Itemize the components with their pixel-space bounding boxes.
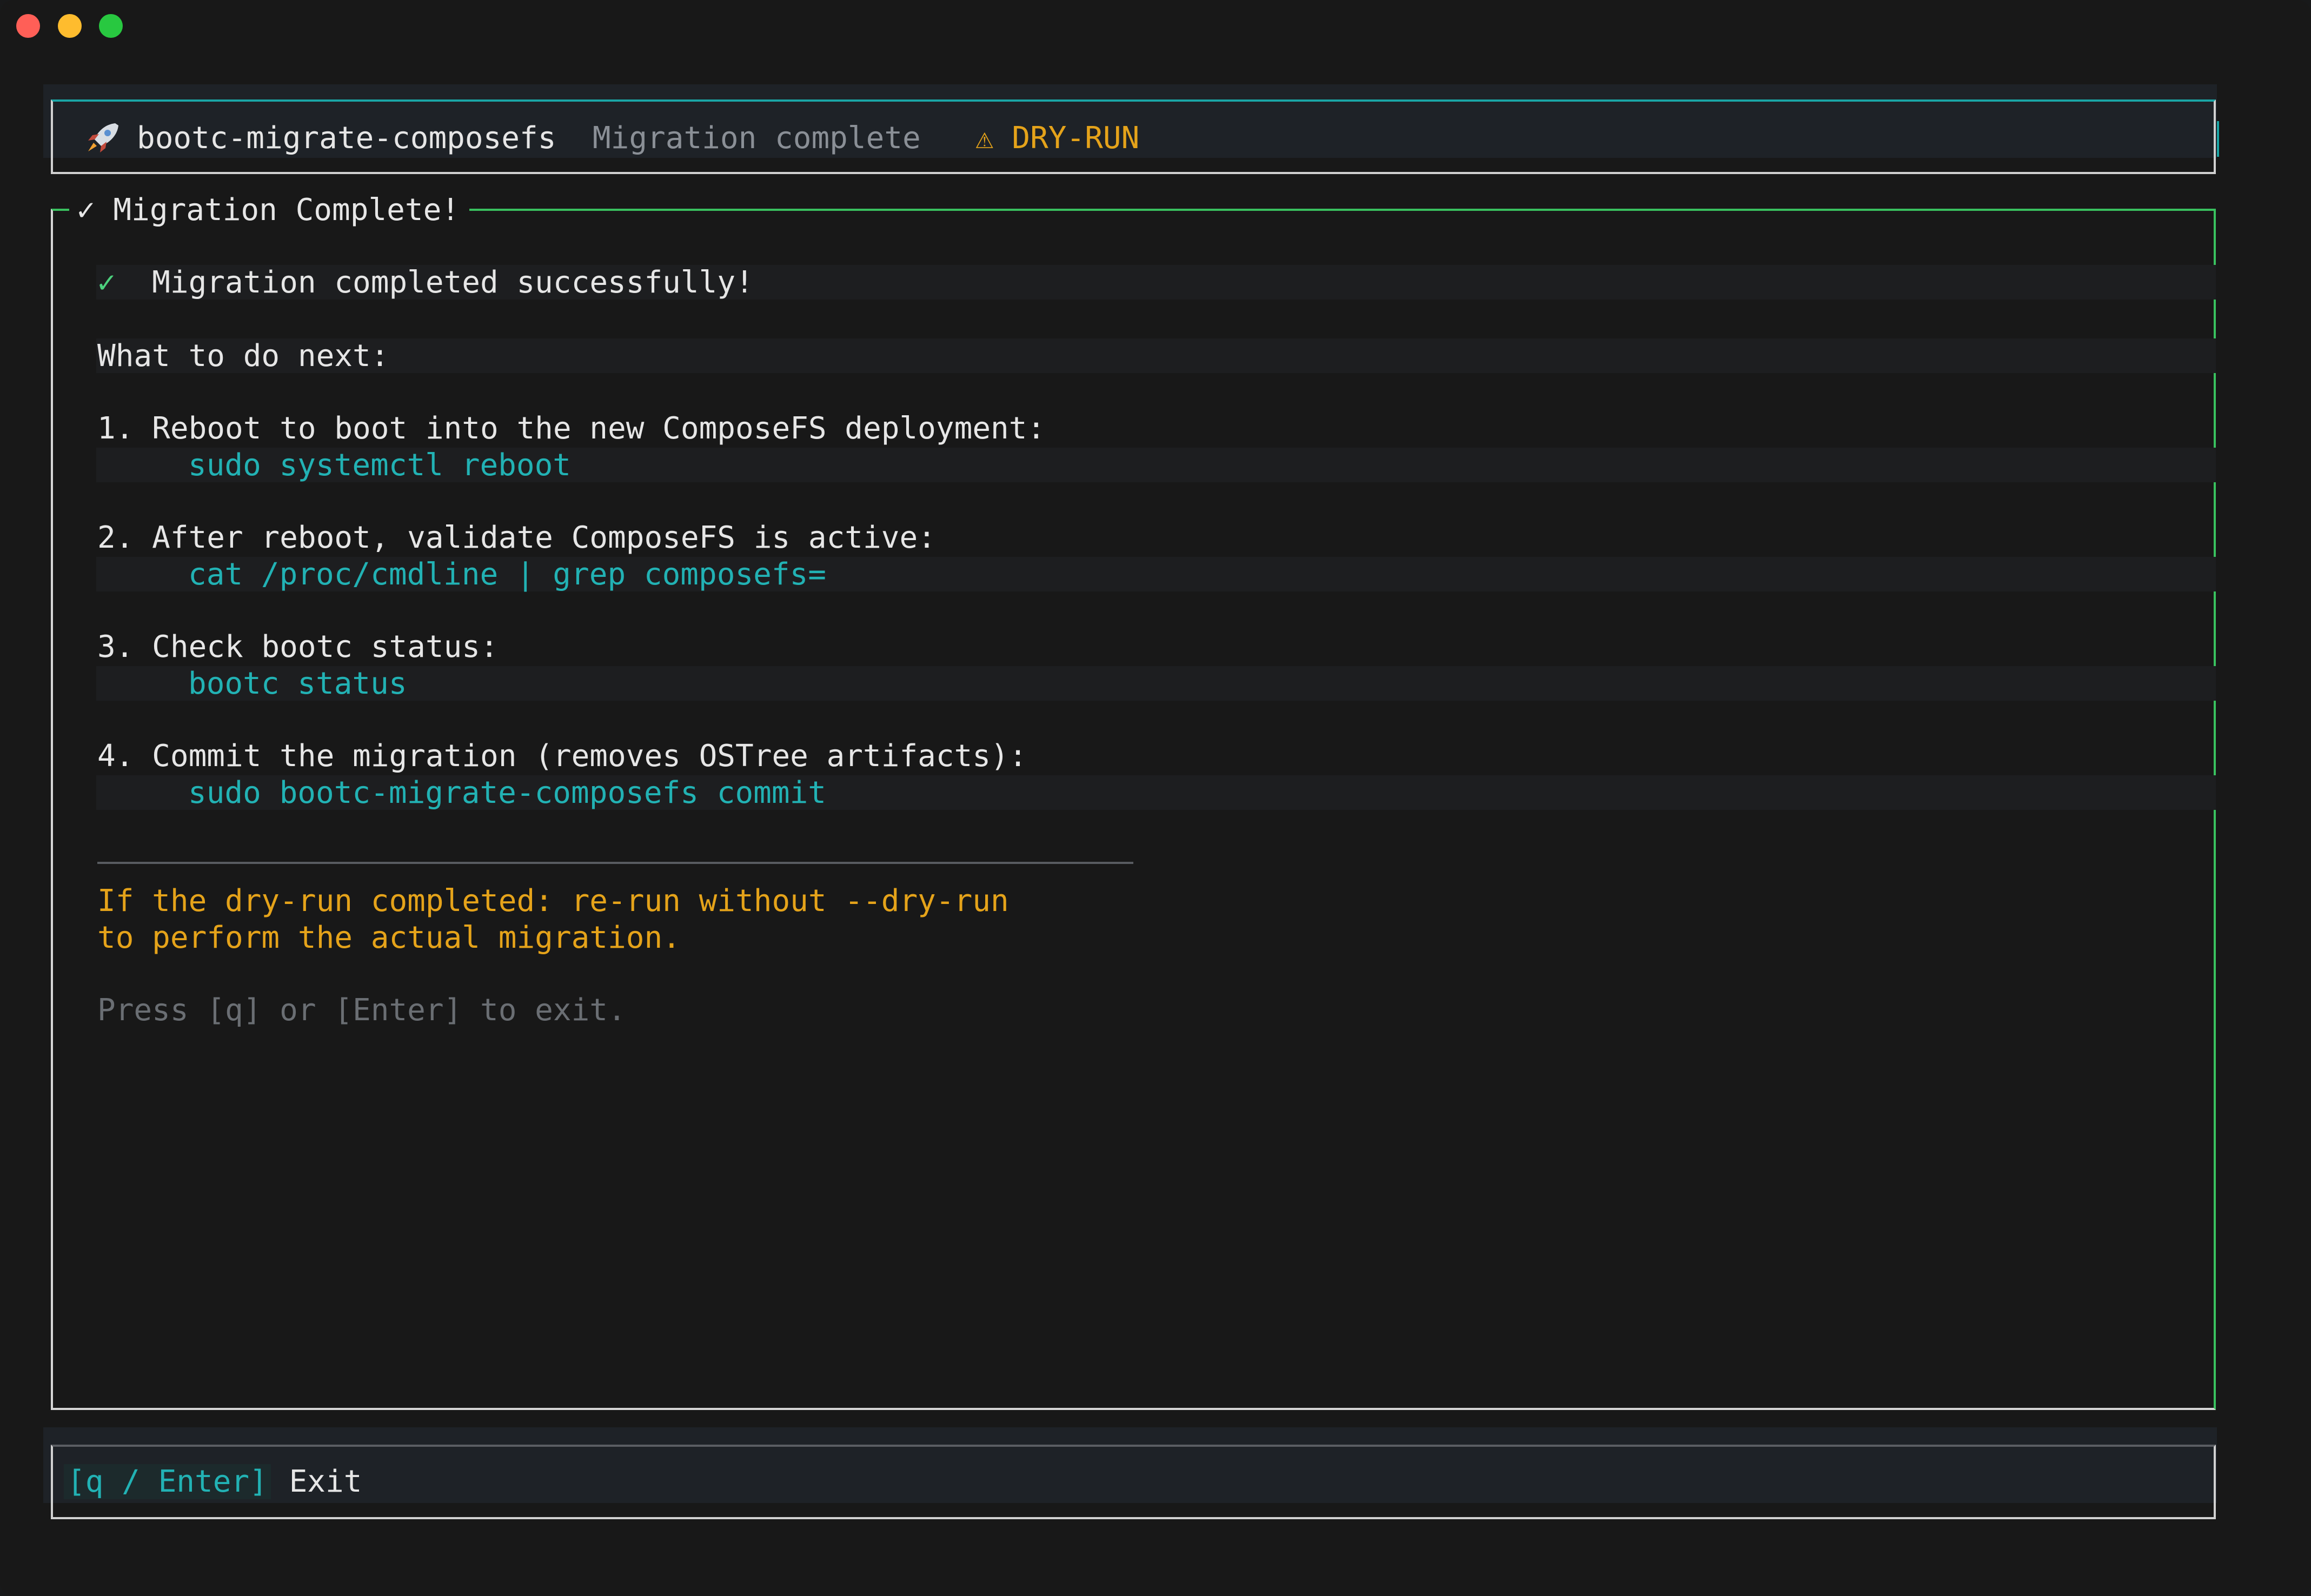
step-2-text: 2. After reboot, validate ComposeFS is a…	[97, 520, 936, 555]
header-accent-tick	[2217, 121, 2219, 157]
step-2-command[interactable]: cat /proc/cmdline | grep composefs=	[188, 557, 826, 593]
header-status: Migration complete	[592, 120, 921, 156]
step-1-text: 1. Reboot to boot into the new ComposeFS…	[97, 411, 1046, 446]
row-stripe	[96, 338, 2216, 373]
footer-keybindings: [q / Enter] Exit	[64, 1464, 362, 1500]
rocket-icon	[88, 123, 118, 152]
panel-title: ✓ Migration Complete!	[69, 192, 470, 228]
divider	[97, 862, 1133, 864]
dry-run-note-line-2: to perform the actual migration.	[97, 920, 681, 955]
success-line: ✓ Migration completed successfully!	[97, 265, 754, 301]
dry-run-badge: ⚠ DRY-RUN	[975, 120, 1140, 156]
check-icon: ✓	[97, 265, 116, 300]
step-1-command[interactable]: sudo systemctl reboot	[188, 448, 571, 483]
header: bootc-migrate-composefs Migration comple…	[84, 120, 1139, 156]
next-heading: What to do next:	[97, 338, 389, 374]
step-4-command[interactable]: sudo bootc-migrate-composefs commit	[188, 775, 826, 811]
terminal-content: bootc-migrate-composefs Migration comple…	[0, 0, 2311, 1596]
step-3-text: 3. Check bootc status:	[97, 629, 499, 664]
exit-key-hint[interactable]: [q / Enter]	[64, 1464, 271, 1499]
success-text: Migration completed successfully!	[152, 265, 754, 300]
exit-action-label: Exit	[289, 1464, 362, 1499]
footer-box	[51, 1445, 2216, 1519]
dry-run-note-line-1: If the dry-run completed: re-run without…	[97, 883, 1009, 919]
step-3-command[interactable]: bootc status	[188, 666, 407, 702]
terminal-window: bootc-migrate-composefs Migration comple…	[0, 0, 2311, 1596]
exit-hint: Press [q] or [Enter] to exit.	[97, 993, 626, 1028]
step-4-text: 4. Commit the migration (removes OSTree …	[97, 739, 1027, 774]
row-stripe	[96, 666, 2216, 701]
app-name: bootc-migrate-composefs	[137, 120, 556, 156]
